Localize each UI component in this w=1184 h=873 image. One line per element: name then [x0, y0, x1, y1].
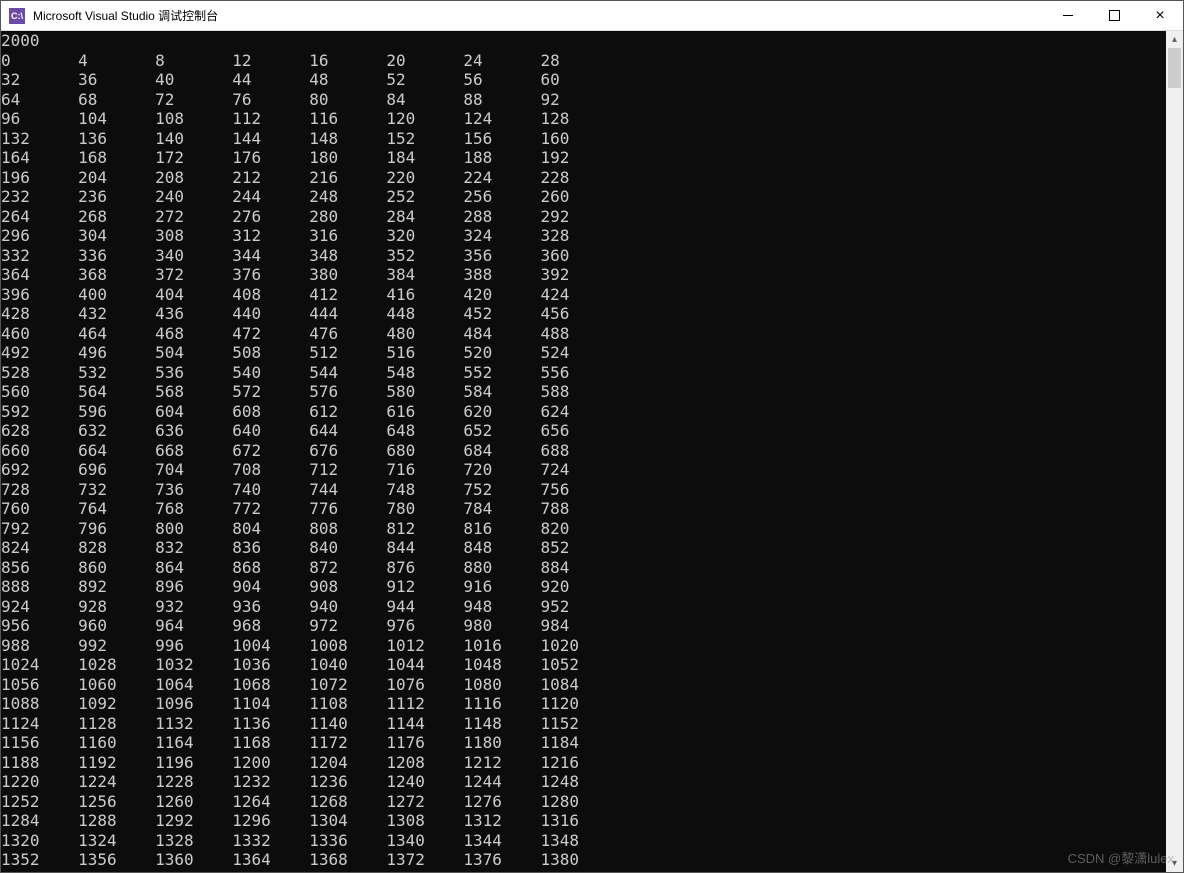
window-controls: ×	[1045, 1, 1183, 30]
minimize-button[interactable]	[1045, 1, 1091, 30]
window-title: Microsoft Visual Studio 调试控制台	[33, 7, 1045, 24]
scroll-thumb[interactable]	[1168, 48, 1181, 88]
close-button[interactable]: ×	[1137, 1, 1183, 30]
console-window: C:\ Microsoft Visual Studio 调试控制台 × 2000…	[0, 0, 1184, 873]
client-area: 2000 0 4 8 12 16 20 24 28 32 36 40 44 48…	[1, 31, 1183, 872]
scroll-up-button[interactable]: ▴	[1166, 31, 1183, 48]
maximize-button[interactable]	[1091, 1, 1137, 30]
titlebar[interactable]: C:\ Microsoft Visual Studio 调试控制台 ×	[1, 1, 1183, 31]
console-output[interactable]: 2000 0 4 8 12 16 20 24 28 32 36 40 44 48…	[1, 31, 1166, 872]
app-icon: C:\	[9, 8, 25, 24]
vertical-scrollbar[interactable]: ▴ ▾	[1166, 31, 1183, 872]
scroll-down-button[interactable]: ▾	[1166, 855, 1183, 872]
